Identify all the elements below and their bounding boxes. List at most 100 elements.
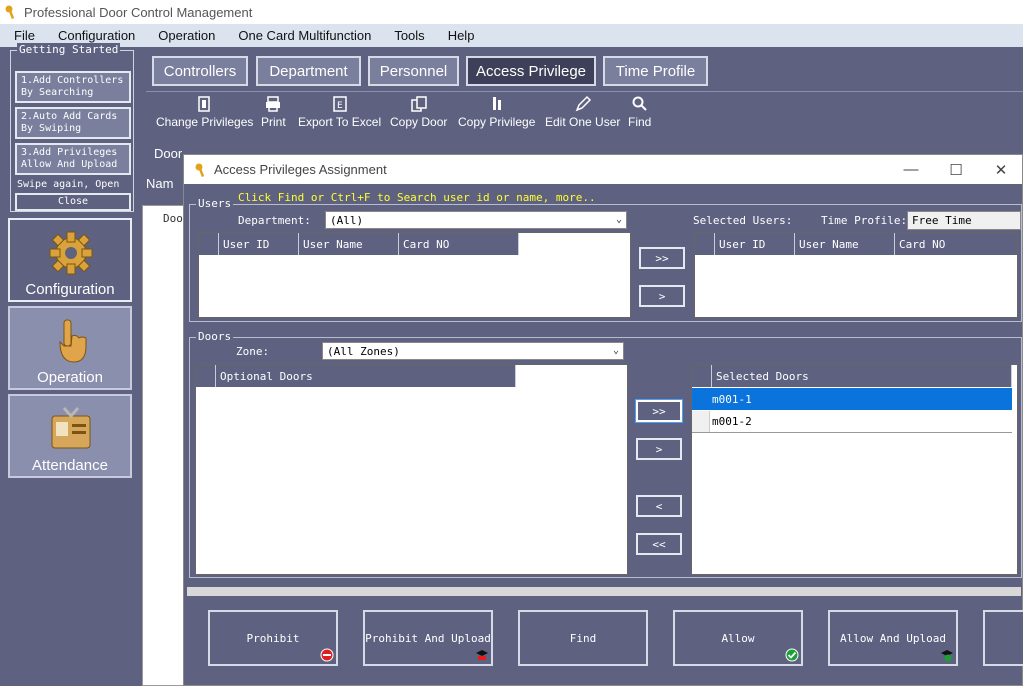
export-excel-button[interactable]: E Export To Excel — [298, 95, 381, 129]
printer-icon — [266, 96, 281, 112]
find-toolbar-button[interactable]: Find — [628, 95, 651, 129]
allow-and-upload-button[interactable]: Allow And Upload — [828, 610, 958, 666]
find-button[interactable]: Find — [518, 610, 648, 666]
allow-and-upload-label: Allow And Upload — [840, 631, 946, 645]
tab-controllers[interactable]: Controllers — [152, 56, 248, 86]
getting-started-group: Getting Started 1.Add Controllers By Sea… — [10, 43, 134, 212]
nav-attendance-label: Attendance — [32, 457, 108, 474]
search-icon — [632, 96, 647, 111]
add-controllers-button[interactable]: 1.Add Controllers By Searching — [15, 71, 131, 103]
department-select[interactable]: (All) ⌄ — [325, 211, 627, 229]
optional-doors-list[interactable]: Optional Doors — [195, 364, 628, 575]
add-door-button[interactable]: > — [636, 438, 682, 460]
department-value: (All) — [330, 213, 364, 227]
selected-door-name: m001-2 — [712, 415, 752, 428]
menu-tools[interactable]: Tools — [380, 28, 433, 43]
door-label: Door — [154, 146, 183, 161]
allow-button[interactable]: Allow — [673, 610, 803, 666]
menu-operation[interactable]: Operation — [144, 28, 224, 43]
app-title: Professional Door Control Management — [24, 4, 253, 20]
print-button[interactable]: Print — [261, 95, 286, 129]
close-icon[interactable]: ✕ — [978, 155, 1023, 184]
selected-door-name: m001-1 — [712, 392, 752, 406]
add-all-doors-button[interactable]: >> — [635, 399, 683, 423]
step1-line2: By Searching — [21, 87, 94, 98]
tab-personnel[interactable]: Personnel — [368, 56, 459, 86]
selected-users-corner — [695, 233, 715, 255]
selected-col-card-no[interactable]: Card NO — [895, 233, 1017, 255]
getting-started-close-button[interactable]: Close — [15, 193, 131, 211]
selected-door-row[interactable]: m001-1 — [692, 388, 1012, 410]
zone-value: (All Zones) — [327, 344, 400, 358]
main-title-bar: Professional Door Control Management — [0, 0, 1023, 24]
toolbar: Change Privileges Print E Export To Exce… — [146, 91, 1023, 133]
copy-privilege-icon — [492, 97, 501, 110]
edit-one-user-button[interactable]: Edit One User — [545, 95, 620, 129]
check-icon — [785, 648, 799, 662]
users-group-label: Users — [196, 197, 234, 210]
users-col-user-name[interactable]: User Name — [299, 233, 399, 255]
copy-privilege-button[interactable]: Copy Privilege — [458, 95, 535, 129]
add-all-users-button[interactable]: >> — [639, 247, 685, 269]
remove-all-doors-button[interactable]: << — [636, 533, 682, 555]
edit-one-user-label: Edit One User — [545, 115, 621, 129]
maximize-icon[interactable]: ☐ — [933, 155, 979, 184]
selected-users-list[interactable]: User ID User Name Card NO — [694, 232, 1018, 318]
key-icon — [195, 163, 205, 177]
pointing-hand-icon — [59, 319, 87, 363]
prohibit-button[interactable]: Prohibit — [208, 610, 338, 666]
horizontal-scrollbar[interactable] — [187, 587, 1021, 596]
tab-time-profile[interactable]: Time Profile — [603, 56, 708, 86]
step3-line2: Allow And Upload — [21, 159, 118, 170]
nav-configuration[interactable]: Configuration — [8, 218, 132, 302]
menubar: File Configuration Operation One Card Mu… — [0, 24, 1023, 47]
zone-select[interactable]: (All Zones) ⌄ — [322, 342, 624, 360]
change-privileges-button[interactable]: Change Privileges — [156, 95, 253, 129]
selected-door-row[interactable]: m001-2 — [692, 411, 1012, 433]
key-tool-icon — [197, 96, 210, 112]
selected-col-user-name[interactable]: User Name — [795, 233, 895, 255]
optional-doors-header[interactable]: Optional Doors — [216, 365, 516, 387]
selected-col-user-id[interactable]: User ID — [715, 233, 795, 255]
tab-access-privilege[interactable]: Access Privilege — [466, 56, 596, 86]
menu-one-card[interactable]: One Card Multifunction — [224, 28, 380, 43]
selected-doors-header[interactable]: Selected Doors — [712, 365, 1012, 387]
step2-line2: By Swiping — [21, 123, 82, 134]
users-col-card-no[interactable]: Card NO — [399, 233, 519, 255]
users-list-corner — [199, 233, 219, 255]
tab-department[interactable]: Department — [256, 56, 361, 86]
dialog-title: Access Privileges Assignment — [214, 162, 387, 177]
getting-started-label: Getting Started — [17, 43, 121, 56]
find-toolbar-label: Find — [628, 115, 652, 129]
copy-privilege-label: Copy Privilege — [458, 115, 536, 129]
doors-group-label: Doors — [196, 330, 234, 343]
selected-doors-list[interactable]: Selected Doors m001-1 m001-2 — [691, 364, 1018, 575]
allow-label: Allow — [721, 631, 755, 645]
nav-attendance[interactable]: Attendance — [8, 394, 132, 478]
selected-users-label: Selected Users: — [693, 214, 793, 227]
add-privileges-button[interactable]: 3.Add Privileges Allow And Upload — [15, 143, 131, 175]
menu-file[interactable]: File — [0, 28, 44, 43]
menu-configuration[interactable]: Configuration — [44, 28, 144, 43]
chevron-down-icon: ⌄ — [615, 214, 622, 225]
time-profile-select[interactable]: Free Time — [907, 211, 1021, 230]
copy-door-button[interactable]: Copy Door — [390, 95, 447, 129]
more-action-button[interactable] — [983, 610, 1023, 666]
department-label: Department: — [238, 214, 311, 227]
access-privileges-dialog: Access Privileges Assignment — ☐ ✕ Users… — [183, 154, 1023, 686]
nav-operation-label: Operation — [37, 369, 103, 386]
users-list[interactable]: User ID User Name Card NO — [198, 232, 631, 318]
minimize-icon[interactable]: — — [888, 155, 934, 184]
remove-door-button[interactable]: < — [636, 495, 682, 517]
optional-doors-corner — [196, 365, 216, 387]
auto-add-cards-button[interactable]: 2.Auto Add Cards By Swiping — [15, 107, 131, 139]
copy-door-label: Copy Door — [390, 115, 448, 129]
nav-operation[interactable]: Operation — [8, 306, 132, 390]
excel-icon: E — [332, 96, 347, 112]
menu-help[interactable]: Help — [434, 28, 484, 43]
change-privileges-label: Change Privileges — [156, 115, 254, 129]
svg-text:E: E — [337, 101, 343, 111]
prohibit-and-upload-button[interactable]: Prohibit And Upload — [363, 610, 493, 666]
add-user-button[interactable]: > — [639, 285, 685, 307]
users-col-user-id[interactable]: User ID — [219, 233, 299, 255]
